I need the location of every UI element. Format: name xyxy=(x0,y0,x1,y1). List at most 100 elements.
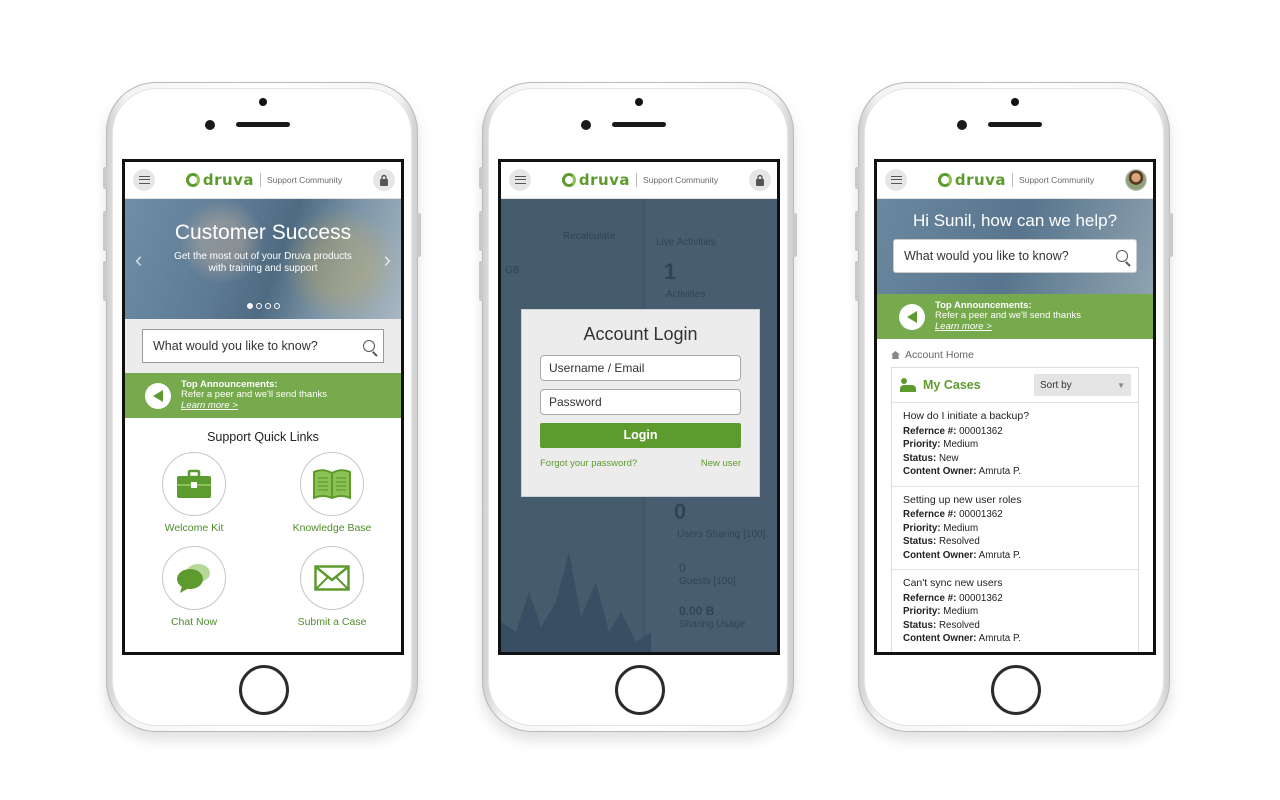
greeting-hero: Hi Sunil, how can we help? What would yo… xyxy=(877,199,1153,294)
quick-link-chat-now[interactable]: Chat Now xyxy=(125,546,263,628)
quick-link-submit-case[interactable]: Submit a Case xyxy=(263,546,401,628)
field-label: Refernce #: xyxy=(903,425,957,437)
case-priority: Medium xyxy=(943,439,979,450)
login-button[interactable]: Login xyxy=(540,423,741,448)
proximity-sensor xyxy=(957,120,967,130)
sort-by-select[interactable]: Sort by ▼ xyxy=(1034,374,1131,396)
front-camera xyxy=(259,98,267,106)
hamburger-icon xyxy=(514,176,526,184)
envelope-icon xyxy=(314,565,350,591)
field-label: Content Owner: xyxy=(903,466,977,477)
brand[interactable]: druva Support Community xyxy=(561,171,719,189)
quick-link-knowledge-base[interactable]: Knowledge Base xyxy=(263,452,401,534)
breadcrumb-account-home[interactable]: Account Home xyxy=(905,349,974,361)
screen-login: druva Support Community Recalculate Live… xyxy=(498,159,780,655)
home-icon xyxy=(891,351,900,359)
front-camera xyxy=(1011,98,1019,106)
search-input[interactable]: What would you like to know? xyxy=(142,329,384,363)
search-input[interactable]: What would you like to know? xyxy=(893,239,1137,273)
forgot-password-link[interactable]: Forgot your password? xyxy=(540,458,637,469)
case-item[interactable]: Setting up new user roles Refernce #: 00… xyxy=(892,487,1138,570)
user-case-icon xyxy=(900,378,916,392)
phone-home: druva Support Community ‹ › Customer Suc… xyxy=(103,82,421,732)
my-cases-panel: My Cases Sort by ▼ How do I initiate a b… xyxy=(891,367,1139,652)
case-question: Setting up new user roles xyxy=(903,493,1022,506)
carousel-dot[interactable] xyxy=(246,303,253,309)
carousel-dot[interactable] xyxy=(273,303,280,309)
logo-text: druva xyxy=(202,171,255,189)
hero-title: Customer Success xyxy=(174,221,352,244)
quick-link-label: Chat Now xyxy=(170,616,218,628)
brand-subtitle: Support Community xyxy=(1019,175,1095,185)
case-owner: Amruta P. xyxy=(978,633,1021,644)
screen-home: druva Support Community ‹ › Customer Suc… xyxy=(122,159,404,655)
brand-subtitle: Support Community xyxy=(643,175,719,185)
menu-button[interactable] xyxy=(885,169,907,191)
home-button[interactable] xyxy=(615,665,665,715)
cases-header: My Cases Sort by ▼ xyxy=(892,368,1138,403)
phone-account: druva Support Community Hi Sunil, how ca… xyxy=(855,82,1173,732)
field-label: Refernce #: xyxy=(903,592,957,604)
case-priority: Medium xyxy=(943,606,979,617)
carousel-dot[interactable] xyxy=(264,303,271,309)
quick-link-label: Welcome Kit xyxy=(164,522,224,534)
field-label: Priority: xyxy=(903,439,941,450)
field-label: Priority: xyxy=(903,522,941,534)
login-lock-button[interactable] xyxy=(373,169,395,191)
earpiece-speaker xyxy=(612,122,666,127)
search-icon[interactable] xyxy=(1116,250,1128,262)
password-field[interactable]: Password xyxy=(540,389,741,415)
field-label: Priority: xyxy=(903,606,941,617)
carousel-dots xyxy=(125,303,401,309)
dropdown-caret-icon: ▼ xyxy=(1117,380,1125,390)
druva-logo: druva xyxy=(561,171,630,189)
home-button[interactable] xyxy=(991,665,1041,715)
case-owner: Amruta P. xyxy=(978,549,1021,561)
case-priority: Medium xyxy=(943,522,979,534)
phone-login: druva Support Community Recalculate Live… xyxy=(479,82,797,732)
logo-text: druva xyxy=(954,171,1007,189)
quick-link-label: Submit a Case xyxy=(297,616,367,628)
user-avatar[interactable] xyxy=(1125,169,1147,191)
megaphone-icon xyxy=(145,382,171,409)
brand-subtitle: Support Community xyxy=(267,175,343,185)
menu-button[interactable] xyxy=(509,169,531,191)
field-label: Status: xyxy=(903,619,937,631)
menu-button[interactable] xyxy=(133,169,155,191)
hero-carousel[interactable]: ‹ › Customer Success Get the most out of… xyxy=(125,199,401,319)
announcement-banner: Top Announcements: Refer a peer and we'l… xyxy=(877,294,1153,339)
breadcrumb[interactable]: Account Home xyxy=(877,339,1153,367)
login-lock-button[interactable] xyxy=(749,169,771,191)
learn-more-link[interactable]: Learn more > xyxy=(935,321,992,332)
login-modal: Account Login Username / Email Password … xyxy=(521,309,760,497)
hero-subtitle: Get the most out of your Druva products … xyxy=(174,251,352,274)
greeting-title: Hi Sunil, how can we help? xyxy=(912,211,1118,230)
new-user-link[interactable]: New user xyxy=(701,458,741,469)
carousel-dot[interactable] xyxy=(255,303,262,309)
open-book-icon xyxy=(313,469,351,500)
druva-logo: druva xyxy=(185,171,255,189)
field-label: Status: xyxy=(903,452,937,464)
brand[interactable]: druva Support Community xyxy=(185,171,343,189)
screen-account: druva Support Community Hi Sunil, how ca… xyxy=(874,159,1156,655)
home-button[interactable] xyxy=(239,665,289,715)
sort-label: Sort by xyxy=(1040,379,1072,391)
field-label: Status: xyxy=(903,536,937,547)
druva-logo-mark-icon xyxy=(561,173,576,187)
case-ref: 00001362 xyxy=(959,425,1003,437)
announcement-text: Refer a peer and we'll send thanks xyxy=(935,310,1081,322)
quick-link-label: Knowledge Base xyxy=(292,522,372,534)
hamburger-icon xyxy=(138,176,150,184)
earpiece-speaker xyxy=(236,122,290,127)
case-item[interactable]: How do I initiate a backup? Refernce #: … xyxy=(892,403,1138,487)
search-icon[interactable] xyxy=(363,340,375,352)
case-item[interactable]: Can't sync new users Refernce #: 0000136… xyxy=(892,570,1138,652)
top-bar: druva Support Community xyxy=(501,162,777,199)
learn-more-link[interactable]: Learn more > xyxy=(181,400,238,411)
quick-link-welcome-kit[interactable]: Welcome Kit xyxy=(125,452,263,534)
quick-links-grid: Welcome Kit Knowledge Base Chat Now Subm… xyxy=(125,452,401,628)
username-field[interactable]: Username / Email xyxy=(540,355,741,381)
divider xyxy=(260,173,262,187)
brand[interactable]: druva Support Community xyxy=(937,171,1095,189)
announcement-banner: Top Announcements: Refer a peer and we'l… xyxy=(125,373,401,418)
